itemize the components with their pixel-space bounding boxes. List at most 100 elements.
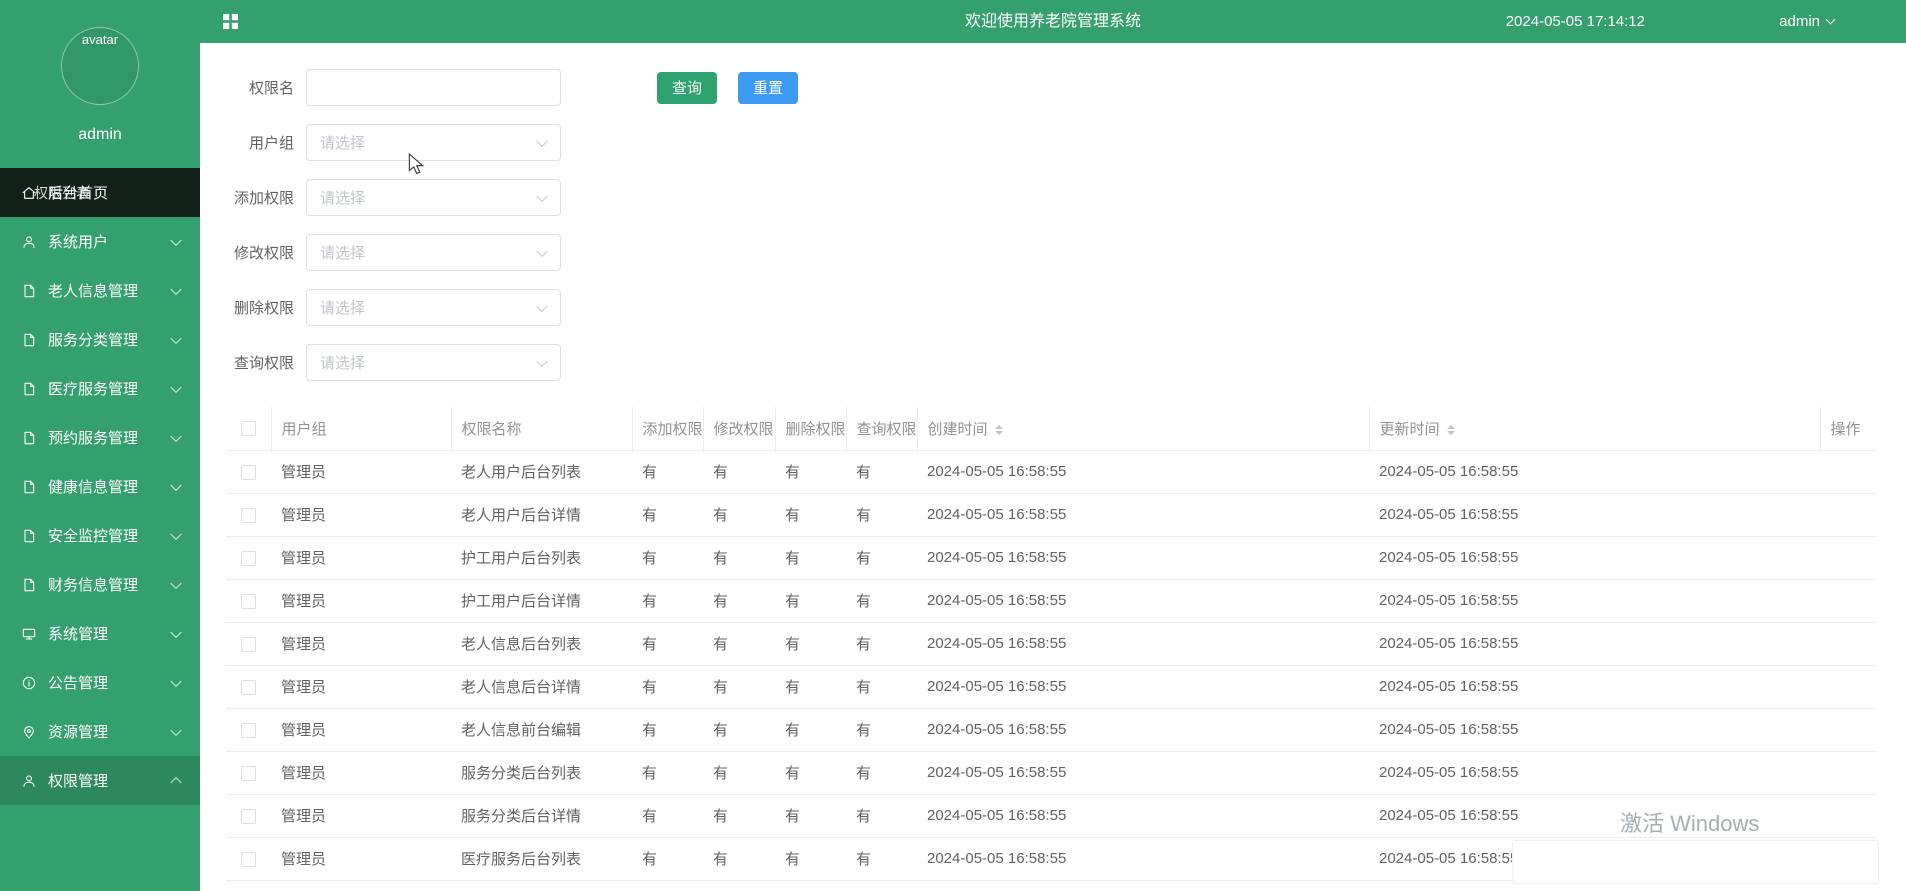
reset-button[interactable]: 重置 [738, 71, 799, 104]
chevron-down-icon [536, 300, 548, 312]
row-checkbox[interactable] [241, 765, 256, 781]
col-add: 添加权限 [632, 407, 704, 451]
avatar: avatar [61, 27, 139, 105]
col-query: 查询权限 [846, 407, 918, 451]
cell-query: 有 [846, 794, 917, 838]
sidebar-menu-item[interactable]: 健康信息管理 [0, 462, 200, 511]
cell-add: 有 [632, 708, 703, 752]
cell-edit: 有 [703, 536, 775, 580]
cell-edit: 有 [703, 450, 775, 494]
sidebar-menu-item[interactable]: 服务分类管理 [0, 315, 200, 364]
row-checkbox[interactable] [241, 550, 256, 566]
cell-add: 有 [632, 579, 703, 623]
filter-select[interactable]: 请选择 [306, 124, 561, 161]
cell-query: 有 [846, 536, 917, 580]
cell-group: 管理员 [271, 708, 451, 752]
cell-query: 有 [846, 622, 917, 666]
sidebar-menu-item[interactable]: 权限管理 [0, 756, 200, 805]
cell-add: 有 [632, 665, 703, 709]
cell-actions [1820, 622, 1877, 666]
sidebar-menu-item[interactable]: 系统用户 [0, 217, 200, 266]
cell-permission-name: 医疗服务后台列表 [451, 837, 632, 881]
user-icon [21, 234, 37, 250]
sidebar-menu-item-label: 公告管理 [48, 675, 109, 692]
sort-icon[interactable] [994, 421, 1003, 439]
cell-permission-name: 老人信息前台编辑 [451, 708, 632, 752]
sidebar-menu-item[interactable]: 财务信息管理 [0, 560, 200, 609]
row-checkbox[interactable] [241, 507, 256, 523]
sidebar-menu-item-label: 医疗服务管理 [48, 381, 139, 398]
cell-permission-name: 老人信息后台列表 [451, 622, 632, 666]
table-row: 管理员 老人信息后台列表 有 有 有 有 2024-05-05 16:58:55… [226, 622, 1877, 666]
chevron-down-icon [536, 245, 548, 257]
search-button[interactable]: 查询 [657, 71, 718, 104]
sidebar-menu: 后台首页 系统用户 老人信息管理 服务分类管理 医疗服务管理 预约服务管理 健康… [0, 168, 200, 805]
row-checkbox[interactable] [241, 464, 256, 480]
monitor-icon [21, 626, 37, 642]
row-checkbox[interactable] [241, 593, 256, 609]
cell-created: 2024-05-05 16:58:55 [917, 536, 1369, 580]
row-checkbox[interactable] [241, 722, 256, 738]
row-checkbox[interactable] [241, 808, 256, 824]
filter-label: 删除权限 [233, 300, 294, 317]
sidebar-menu-item[interactable]: 系统管理 [0, 609, 200, 658]
cell-delete: 有 [775, 579, 846, 623]
cell-permission-name: 服务分类后台详情 [451, 794, 632, 838]
sidebar-menu-item[interactable]: 安全监控管理 [0, 511, 200, 560]
table-row: 管理员 老人用户后台列表 有 有 有 有 2024-05-05 16:58:55… [226, 450, 1877, 494]
filter-select[interactable]: 请选择 [306, 179, 561, 216]
cell-created: 2024-05-05 16:58:55 [917, 579, 1369, 623]
row-checkbox[interactable] [241, 679, 256, 695]
chevron-down-icon [170, 577, 182, 589]
filter-select[interactable]: 请选择 [306, 289, 561, 326]
sidebar-menu-item[interactable]: 医疗服务管理 [0, 364, 200, 413]
filter-select[interactable]: 请选择 [306, 344, 561, 381]
permission-name-input[interactable] [306, 69, 561, 106]
cell-updated: 2024-05-05 16:58:55 [1369, 665, 1820, 709]
cell-permission-name: 老人用户后台列表 [451, 450, 632, 494]
filter-row: 用户组 请选择 [200, 124, 798, 161]
filter-label: 添加权限 [233, 190, 294, 207]
cell-delete: 有 [775, 708, 846, 752]
table-row: 管理员 服务分类后台列表 有 有 有 有 2024-05-05 16:58:55… [226, 751, 1877, 795]
sort-icon[interactable] [1446, 421, 1455, 439]
cell-delete: 有 [775, 536, 846, 580]
sidebar-menu-item[interactable]: 公告管理 [0, 658, 200, 707]
sidebar-menu-item[interactable]: 资源管理 [0, 707, 200, 756]
header: 欢迎使用养老院管理系统 2024-05-05 17:14:12 admin [200, 0, 1906, 43]
doc-icon [21, 577, 37, 593]
info-icon [21, 675, 37, 691]
chevron-down-icon [170, 332, 182, 344]
menu-grid-icon[interactable] [222, 13, 239, 30]
filter-select[interactable]: 请选择 [306, 234, 561, 271]
cell-updated: 2024-05-05 16:58:55 [1369, 708, 1820, 752]
cell-permission-name: 服务分类后台列表 [451, 751, 632, 795]
filter-selects: 用户组 请选择 添加权限 请选择 修改权限 请选择 删除权限 请选择 查询权限 … [200, 124, 798, 381]
user-dropdown[interactable]: admin [1779, 0, 1836, 43]
select-all-checkbox[interactable] [240, 421, 256, 437]
cell-edit: 有 [703, 493, 775, 537]
chevron-down-icon [170, 234, 182, 246]
row-checkbox[interactable] [241, 851, 256, 867]
cell-edit: 有 [703, 665, 775, 709]
chevron-down-icon [536, 355, 548, 367]
cell-delete: 有 [775, 622, 846, 666]
sidebar-menu-item-label: 资源管理 [48, 724, 109, 741]
sidebar-menu-item-label: 服务分类管理 [48, 332, 139, 349]
col-actions: 操作 [1820, 407, 1877, 451]
table-header-row: 用户组 权限名称 添加权限 修改权限 删除权限 查询权限 创建时间 更新时间 操… [226, 407, 1877, 451]
cell-actions [1820, 665, 1877, 709]
col-group: 用户组 [271, 407, 452, 451]
sidebar-menu-item[interactable]: 后台首页 [0, 168, 200, 217]
row-checkbox[interactable] [241, 636, 256, 652]
cell-permission-name: 护工用户后台列表 [451, 536, 632, 580]
sidebar-menu-item[interactable]: 预约服务管理 [0, 413, 200, 462]
cell-add: 有 [632, 536, 703, 580]
cell-query: 有 [846, 493, 917, 537]
cell-query: 有 [846, 708, 917, 752]
cell-updated: 2024-05-05 16:58:55 [1369, 450, 1820, 494]
overlay-box [1512, 840, 1879, 884]
cell-query: 有 [846, 665, 917, 709]
sidebar-menu-item[interactable]: 老人信息管理 [0, 266, 200, 315]
sidebar-menu-item-label: 健康信息管理 [48, 479, 139, 496]
